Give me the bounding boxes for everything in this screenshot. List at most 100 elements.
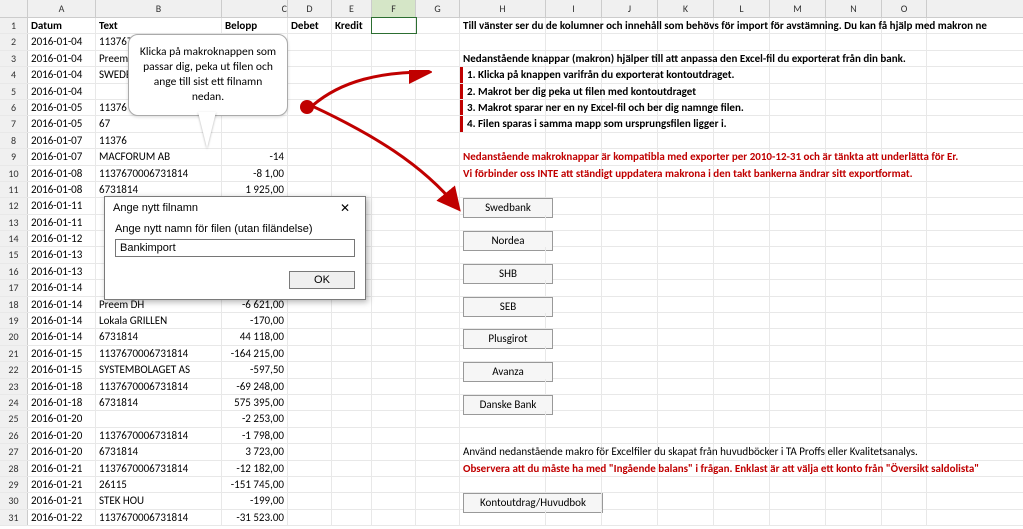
cell-A15[interactable]: 2016-01-13 <box>28 247 96 262</box>
col-header-L[interactable]: L <box>714 0 770 17</box>
cell-G30[interactable] <box>416 493 460 508</box>
col-header-D[interactable]: D <box>288 0 332 17</box>
row-header-20[interactable]: 20 <box>0 329 28 344</box>
cell-O5[interactable] <box>882 84 927 99</box>
cell-H1[interactable]: Till vänster ser du de kolumner och inne… <box>460 18 546 33</box>
cell-A12[interactable]: 2016-01-11 <box>28 198 96 213</box>
col-header-B[interactable]: B <box>96 0 222 17</box>
cell-G13[interactable] <box>416 215 460 230</box>
cell-A21[interactable]: 2016-01-15 <box>28 346 96 361</box>
cell-K19[interactable] <box>658 313 714 328</box>
cell-C10[interactable]: -8 1,00 <box>222 166 288 181</box>
cell-B1[interactable]: Text <box>96 18 222 33</box>
cell-L8[interactable] <box>714 133 770 148</box>
cell-M30[interactable] <box>770 493 826 508</box>
cell-C1[interactable]: Belopp <box>222 18 288 33</box>
cell-H5[interactable]: 2. Makrot ber dig peka ut filen med kont… <box>460 84 546 99</box>
cell-H31[interactable] <box>460 510 546 525</box>
cell-A8[interactable]: 2016-01-07 <box>28 133 96 148</box>
cell-H26[interactable] <box>460 428 546 443</box>
row-header-18[interactable]: 18 <box>0 297 28 312</box>
cell-C23[interactable]: -69 248,00 <box>222 379 288 394</box>
cell-J23[interactable] <box>602 379 658 394</box>
cell-H21[interactable] <box>460 346 546 361</box>
cell-N15[interactable] <box>826 247 882 262</box>
cell-F1[interactable] <box>372 18 416 33</box>
cell-M14[interactable] <box>770 231 826 246</box>
cell-J20[interactable] <box>602 329 658 344</box>
cell-K15[interactable] <box>658 247 714 262</box>
cell-F29[interactable] <box>372 477 416 492</box>
cell-I11[interactable] <box>546 182 602 197</box>
cell-D31[interactable] <box>288 510 332 525</box>
cell-C30[interactable]: -199,00 <box>222 493 288 508</box>
cell-I23[interactable] <box>546 379 602 394</box>
cell-F30[interactable] <box>372 493 416 508</box>
filename-input[interactable] <box>115 239 355 257</box>
cell-K21[interactable] <box>658 346 714 361</box>
row-header-6[interactable]: 6 <box>0 100 28 115</box>
cell-A22[interactable]: 2016-01-15 <box>28 362 96 377</box>
cell-H30[interactable]: Kontoutdrag/Huvudbok <box>460 493 546 508</box>
row-header-10[interactable]: 10 <box>0 166 28 181</box>
col-header-F[interactable]: F <box>372 0 416 17</box>
cell-E21[interactable] <box>332 346 372 361</box>
cell-J15[interactable] <box>602 247 658 262</box>
cell-H15[interactable] <box>460 247 546 262</box>
cell-M11[interactable] <box>770 182 826 197</box>
cell-F28[interactable] <box>372 461 416 476</box>
row-header-26[interactable]: 26 <box>0 428 28 443</box>
cell-I8[interactable] <box>546 133 602 148</box>
cell-G18[interactable] <box>416 297 460 312</box>
row-header-24[interactable]: 24 <box>0 395 28 410</box>
col-header-I[interactable]: I <box>546 0 602 17</box>
cell-A27[interactable]: 2016-01-20 <box>28 444 96 459</box>
cell-N17[interactable] <box>826 280 882 295</box>
cell-H27[interactable]: Använd nedanstående makro för Excelfiler… <box>460 444 546 459</box>
cell-A19[interactable]: 2016-01-14 <box>28 313 96 328</box>
cell-B25[interactable] <box>96 411 222 426</box>
cell-F13[interactable] <box>372 215 416 230</box>
cell-G20[interactable] <box>416 329 460 344</box>
cell-G23[interactable] <box>416 379 460 394</box>
cell-F21[interactable] <box>372 346 416 361</box>
cell-E30[interactable] <box>332 493 372 508</box>
cell-N29[interactable] <box>826 477 882 492</box>
dialog-close-button[interactable]: ✕ <box>333 201 357 215</box>
cell-E24[interactable] <box>332 395 372 410</box>
cell-H7[interactable]: 4. Filen sparas i samma mapp som ursprun… <box>460 116 546 131</box>
cell-H19[interactable] <box>460 313 546 328</box>
cell-L26[interactable] <box>714 428 770 443</box>
row-header-28[interactable]: 28 <box>0 461 28 476</box>
cell-F15[interactable] <box>372 247 416 262</box>
row-header-27[interactable]: 27 <box>0 444 28 459</box>
cell-D24[interactable] <box>288 395 332 410</box>
cell-D3[interactable] <box>288 51 332 66</box>
cell-I30[interactable] <box>546 493 602 508</box>
cell-F16[interactable] <box>372 264 416 279</box>
cell-L5[interactable] <box>714 84 770 99</box>
cell-I24[interactable] <box>546 395 602 410</box>
cell-D20[interactable] <box>288 329 332 344</box>
row-header-5[interactable]: 5 <box>0 84 28 99</box>
cell-M20[interactable] <box>770 329 826 344</box>
cell-C28[interactable]: -12 182,00 <box>222 461 288 476</box>
row-header-14[interactable]: 14 <box>0 231 28 246</box>
cell-M6[interactable] <box>770 100 826 115</box>
row-header-19[interactable]: 19 <box>0 313 28 328</box>
cell-G29[interactable] <box>416 477 460 492</box>
row-header-22[interactable]: 22 <box>0 362 28 377</box>
row-header-7[interactable]: 7 <box>0 116 28 131</box>
cell-F2[interactable] <box>372 34 416 49</box>
col-header-K[interactable]: K <box>658 0 714 17</box>
cell-H16[interactable]: SHB <box>460 264 546 279</box>
cell-O26[interactable] <box>882 428 927 443</box>
select-all-corner[interactable] <box>0 0 28 17</box>
col-header-C[interactable]: C <box>222 0 288 17</box>
cell-G28[interactable] <box>416 461 460 476</box>
cell-C7[interactable] <box>222 116 288 131</box>
cell-N22[interactable] <box>826 362 882 377</box>
cell-A7[interactable]: 2016-01-05 <box>28 116 96 131</box>
cell-O6[interactable] <box>882 100 927 115</box>
cell-C27[interactable]: 3 723,00 <box>222 444 288 459</box>
